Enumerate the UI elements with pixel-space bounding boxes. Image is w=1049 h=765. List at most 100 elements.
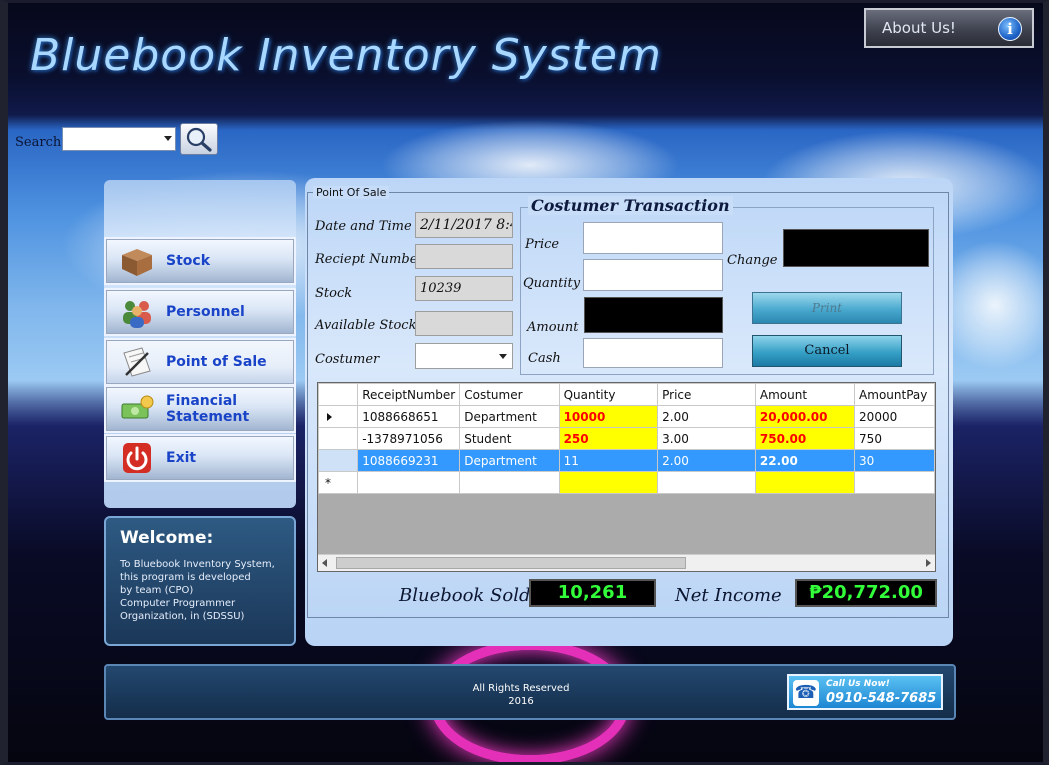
search-button[interactable] bbox=[180, 123, 218, 155]
grid-cell[interactable]: 3.00 bbox=[657, 427, 756, 450]
grid-corner-header bbox=[318, 383, 359, 406]
power-icon bbox=[118, 441, 156, 475]
grid-cell[interactable]: -1378971056 bbox=[357, 427, 461, 450]
price-input[interactable] bbox=[583, 222, 723, 254]
column-header[interactable]: Amount bbox=[754, 383, 856, 406]
table-row[interactable]: 1088669231 Department 11 2.00 22.00 30 bbox=[318, 449, 935, 472]
scroll-right-icon[interactable] bbox=[926, 559, 931, 567]
grid-cell[interactable] bbox=[459, 471, 560, 494]
current-row-icon bbox=[327, 412, 332, 421]
welcome-line: Computer Programmer bbox=[120, 598, 236, 609]
nav-financial-statement-label: Financial Statement bbox=[166, 393, 250, 425]
search-label: Search bbox=[15, 135, 62, 150]
available-stock-label: Available Stock bbox=[315, 318, 417, 333]
about-us-label: About Us! bbox=[882, 19, 956, 37]
footer-text: All Rights Reserved 2016 bbox=[466, 682, 576, 708]
grid-cell[interactable]: 250 bbox=[558, 427, 659, 450]
sales-grid[interactable]: ReceiptNumber Costumer Quantity Price Am… bbox=[317, 382, 936, 572]
amount-label: Amount bbox=[527, 320, 579, 335]
grid-cell[interactable] bbox=[754, 471, 856, 494]
welcome-line: To Bluebook Inventory System, bbox=[120, 559, 275, 570]
scroll-left-icon[interactable] bbox=[322, 559, 327, 567]
column-header[interactable]: ReceiptNumber bbox=[357, 383, 461, 406]
available-stock-field bbox=[415, 311, 513, 336]
welcome-line: Organization, in (SDSSU) bbox=[120, 611, 245, 622]
customer-label: Costumer bbox=[315, 352, 380, 367]
column-header[interactable]: Price bbox=[657, 383, 756, 406]
quantity-input[interactable] bbox=[583, 259, 723, 291]
change-label: Change bbox=[727, 253, 778, 268]
amount-display bbox=[584, 297, 723, 333]
row-header[interactable] bbox=[318, 449, 359, 472]
chevron-down-icon[interactable] bbox=[164, 136, 172, 141]
grid-cell[interactable]: 10000 bbox=[558, 405, 659, 428]
search-combobox[interactable] bbox=[62, 127, 176, 151]
scrollbar-thumb[interactable] bbox=[336, 557, 686, 569]
receipt-number-field[interactable] bbox=[415, 244, 513, 269]
grid-cell[interactable]: 11 bbox=[558, 449, 659, 472]
receipt-pen-icon bbox=[118, 345, 156, 379]
grid-cell[interactable]: 20000 bbox=[854, 405, 935, 428]
chevron-down-icon[interactable] bbox=[499, 354, 507, 359]
receipt-number-label: Reciept Number bbox=[315, 252, 424, 267]
grid-cell[interactable]: 30 bbox=[854, 449, 935, 472]
nav-personnel-label: Personnel bbox=[166, 304, 245, 320]
about-us-button[interactable]: About Us! i bbox=[864, 8, 1034, 48]
bluebook-sold-value: 10,261 bbox=[529, 579, 656, 607]
grid-cell[interactable] bbox=[357, 471, 461, 494]
grid-cell[interactable]: 1088669231 bbox=[357, 449, 461, 472]
cash-input[interactable] bbox=[583, 338, 723, 368]
nav-stock-label: Stock bbox=[166, 253, 211, 269]
welcome-panel: Welcome: To Bluebook Inventory System, t… bbox=[104, 516, 296, 646]
grid-horizontal-scrollbar[interactable] bbox=[318, 554, 935, 571]
table-row[interactable]: -1378971056 Student 250 3.00 750.00 750 bbox=[318, 427, 935, 450]
customer-transaction-legend: Costumer Transaction bbox=[528, 196, 733, 215]
grid-cell[interactable]: Department bbox=[459, 449, 560, 472]
copyright-text: All Rights Reserved bbox=[472, 683, 570, 694]
grid-cell[interactable] bbox=[854, 471, 935, 494]
grid-cell[interactable]: Department bbox=[459, 405, 560, 428]
date-time-label: Date and Time bbox=[315, 219, 412, 234]
grid-cell[interactable]: 750.00 bbox=[754, 427, 856, 450]
customer-combobox[interactable] bbox=[415, 343, 513, 369]
nav-personnel-button[interactable]: Personnel bbox=[104, 288, 296, 336]
column-header[interactable]: Quantity bbox=[558, 383, 659, 406]
grid-cell[interactable] bbox=[657, 471, 756, 494]
nav-stock-button[interactable]: Stock bbox=[104, 237, 296, 285]
point-of-sale-legend: Point Of Sale bbox=[313, 186, 390, 199]
nav-financial-statement-button[interactable]: Financial Statement bbox=[104, 385, 296, 433]
nav-point-of-sale-label: Point of Sale bbox=[166, 354, 267, 370]
print-button[interactable]: Print bbox=[752, 292, 902, 324]
cash-label: Cash bbox=[528, 351, 561, 366]
grid-cell[interactable]: 750 bbox=[854, 427, 935, 450]
phone-icon: ☎ bbox=[793, 680, 819, 706]
welcome-title: Welcome: bbox=[120, 528, 214, 548]
welcome-line: this program is developed bbox=[120, 572, 251, 583]
grid-cell[interactable]: 2.00 bbox=[657, 449, 756, 472]
magnifier-icon bbox=[186, 127, 212, 152]
column-header[interactable]: AmountPay bbox=[854, 383, 935, 406]
info-icon: i bbox=[998, 17, 1022, 41]
grid-cell[interactable] bbox=[558, 471, 659, 494]
nav-exit-button[interactable]: Exit bbox=[104, 434, 296, 482]
app-window: Bluebook Inventory System About Us! i Se… bbox=[0, 0, 1049, 765]
row-header[interactable] bbox=[318, 405, 359, 428]
grid-cell[interactable]: 2.00 bbox=[657, 405, 756, 428]
date-time-field: 2/11/2017 8:4 bbox=[415, 212, 513, 238]
call-us-banner[interactable]: ☎ Call Us Now! 0910-548-7685 bbox=[787, 674, 943, 710]
cancel-button[interactable]: Cancel bbox=[752, 335, 902, 367]
row-header[interactable] bbox=[318, 427, 359, 450]
table-row[interactable]: 1088668651 Department 10000 2.00 20,000.… bbox=[318, 405, 935, 428]
stock-field: 10239 bbox=[415, 276, 513, 301]
nav-point-of-sale-button[interactable]: Point of Sale bbox=[104, 338, 296, 386]
grid-cell[interactable]: 20,000.00 bbox=[754, 405, 856, 428]
grid-cell[interactable]: 22.00 bbox=[754, 449, 856, 472]
grid-cell[interactable]: Student bbox=[459, 427, 560, 450]
quantity-label: Quantity bbox=[523, 276, 581, 291]
new-row-marker[interactable]: * bbox=[318, 471, 359, 494]
column-header[interactable]: Costumer bbox=[459, 383, 560, 406]
table-new-row[interactable]: * bbox=[318, 471, 935, 494]
welcome-text: To Bluebook Inventory System, this progr… bbox=[120, 558, 280, 623]
grid-cell[interactable]: 1088668651 bbox=[357, 405, 461, 428]
bluebook-sold-label: Bluebook Sold bbox=[399, 585, 531, 606]
